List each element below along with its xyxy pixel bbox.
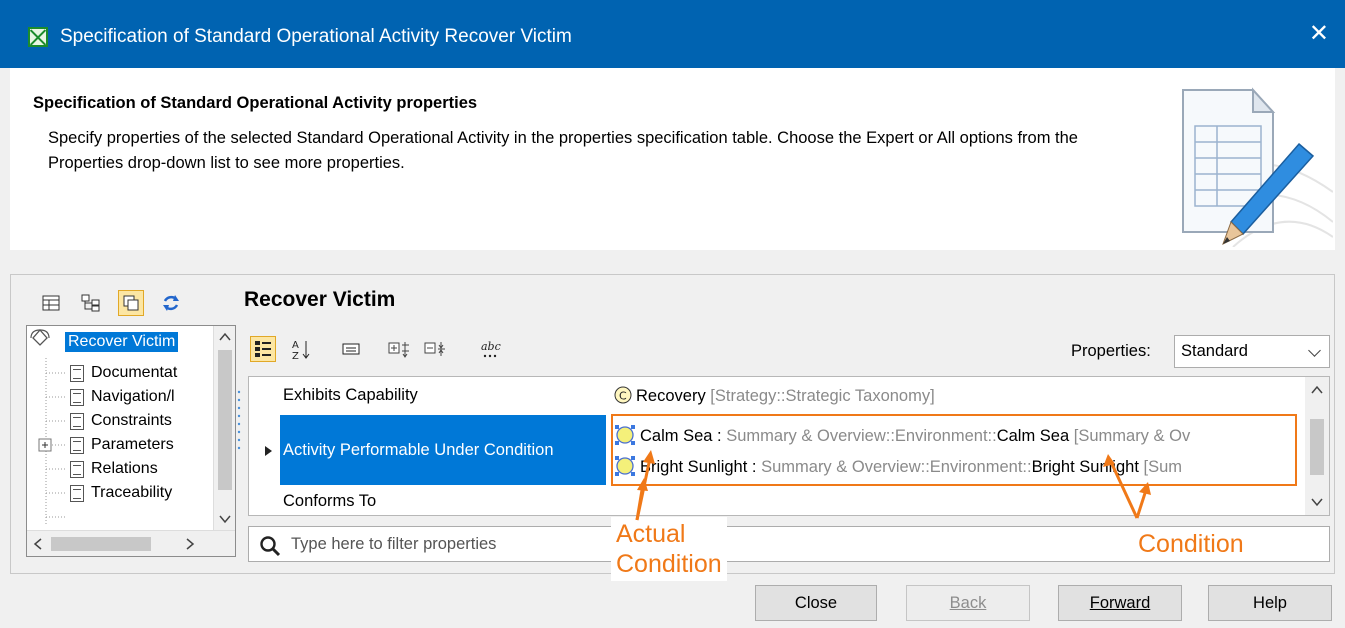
tree-item-label: Documentat (91, 364, 178, 381)
class-icon: C (614, 386, 632, 404)
close-button[interactable]: Close (755, 585, 877, 621)
page-icon (70, 364, 84, 382)
table-vertical-scrollbar[interactable] (1305, 377, 1329, 515)
tree-item-label: Constraints (91, 412, 172, 429)
tree-item-constraints[interactable]: Constraints (70, 409, 172, 433)
tree-scroll-thumb[interactable] (218, 350, 232, 490)
tree-item-label: Recover Victim (65, 332, 179, 352)
svg-text:abc: abc (481, 340, 501, 353)
document-pencil-icon (1182, 87, 1333, 247)
property-name: Exhibits Capability (283, 386, 418, 404)
title-bar: Specification of Standard Operational Ac… (0, 0, 1345, 68)
tree-item-label: Traceability (91, 484, 173, 501)
page-icon (70, 484, 84, 502)
page-icon (70, 436, 84, 454)
tree-item-parameters[interactable]: Parameters (70, 433, 174, 457)
sort-alphabetical-icon[interactable]: AZ (288, 336, 314, 362)
page-icon (70, 412, 84, 430)
header-panel: Specification of Standard Operational Ac… (0, 68, 1345, 250)
tree-hscroll-thumb[interactable] (51, 537, 151, 551)
scroll-left-icon[interactable] (33, 538, 43, 550)
filter-placeholder: Type here to filter properties (291, 535, 497, 553)
collapse-all-icon[interactable] (422, 336, 448, 362)
forward-button[interactable]: Forward (1058, 585, 1182, 621)
chevron-down-icon (1308, 344, 1321, 357)
tree-view-icon[interactable] (78, 290, 104, 316)
table-row[interactable]: Exhibits Capability C Recovery [Strategy:… (249, 377, 1307, 411)
search-icon (260, 536, 281, 557)
element-title: Recover Victim (244, 288, 396, 311)
show-inherited-icon[interactable] (118, 290, 144, 316)
property-name: Activity Performable Under Condition (283, 441, 554, 459)
header-title: Specification of Standard Operational Ac… (33, 94, 478, 112)
row-pointer-icon (265, 446, 272, 456)
tree-item-relations[interactable]: Relations (70, 457, 158, 481)
table-view-icon[interactable] (38, 290, 64, 316)
svg-text:Z: Z (292, 351, 299, 360)
table-scroll-thumb[interactable] (1310, 419, 1324, 475)
tree-item-navigation[interactable]: Navigation/l (70, 385, 175, 409)
tree-item-traceability[interactable]: Traceability (70, 481, 172, 505)
tree-item-label: Relations (91, 460, 158, 477)
close-icon[interactable]: ✕ (1309, 22, 1329, 46)
page-icon (70, 460, 84, 478)
header-description: Specify properties of the selected Stand… (48, 129, 1078, 172)
back-button[interactable]: Back (906, 585, 1030, 621)
expand-all-icon[interactable] (386, 336, 412, 362)
tree-item-label: Navigation/l (91, 388, 175, 405)
tree-horizontal-scrollbar[interactable] (27, 530, 235, 556)
property-name: Conforms To (283, 492, 377, 510)
scroll-right-icon[interactable] (185, 538, 195, 550)
refresh-icon[interactable] (158, 290, 184, 316)
properties-toolbar: AZ abc (250, 336, 504, 362)
scroll-down-icon[interactable] (219, 514, 231, 524)
tree-item-label: Parameters (91, 436, 174, 453)
app-icon (28, 27, 48, 47)
spell-check-icon[interactable]: abc (478, 336, 504, 362)
condition-callout: Condition (1133, 527, 1249, 561)
svg-text:A: A (292, 340, 299, 351)
description-icon[interactable] (338, 336, 364, 362)
annotation-arrows (635, 450, 1151, 521)
scroll-down-icon[interactable] (1311, 497, 1323, 507)
tree-item-recover-victim[interactable]: Recover Victim (65, 330, 179, 354)
property-value: C Recovery [Strategy::Strategic Taxonomy] (614, 386, 935, 406)
scroll-up-icon[interactable] (219, 332, 231, 342)
splitter-handle[interactable] (236, 388, 242, 458)
categorized-view-icon[interactable] (250, 336, 276, 362)
tree-item-documentation[interactable]: Documentat (70, 361, 177, 385)
page-icon (70, 388, 84, 406)
properties-selected-value: Standard (1181, 342, 1248, 360)
specification-tree[interactable]: Recover Victim Documentat Navigation/l C… (26, 325, 236, 557)
scroll-up-icon[interactable] (1311, 385, 1323, 395)
properties-dropdown[interactable]: Standard (1174, 335, 1330, 368)
help-button[interactable]: Help (1208, 585, 1332, 621)
properties-label: Properties: (1071, 342, 1151, 360)
window-title: Specification of Standard Operational Ac… (60, 26, 572, 47)
specification-toolbar (38, 290, 184, 316)
svg-text:C: C (619, 390, 627, 403)
tree-vertical-scrollbar[interactable] (213, 326, 235, 530)
